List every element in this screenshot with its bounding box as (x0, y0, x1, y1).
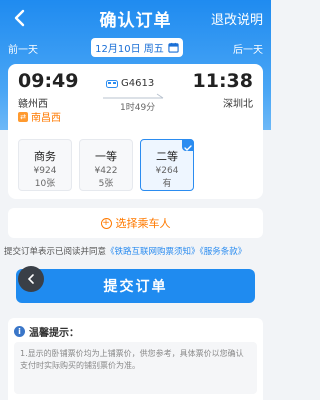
select-passenger-label: 选择乘车人 (115, 217, 171, 230)
train-info: G4613 (106, 78, 166, 89)
seat-availability: 10张 (34, 179, 56, 189)
ticket-notice-link[interactable]: 《铁路互联网购票须知》 (106, 247, 200, 257)
tips-section: i 温馨提示： 1.显示的卧铺票价均为上铺票价，供您参考，具体票价以您确认 支付… (8, 318, 263, 400)
submit-order-button[interactable]: 提交订单 (16, 269, 255, 303)
tips-line: 1.显示的卧铺票价均为上铺票价，供您参考，具体票价以您确认 (20, 349, 244, 358)
seat-price: ¥264 (155, 166, 179, 176)
departure-station: 赣州西 (18, 99, 48, 110)
plus-icon: + (100, 217, 112, 229)
seat-option-business[interactable]: 商务 ¥924 10张 (18, 139, 72, 191)
terms-of-service-link[interactable]: 《服务条款》 (200, 247, 247, 257)
info-icon: i (14, 326, 25, 337)
seat-name: 一等 (95, 150, 117, 163)
refund-policy-link[interactable]: 退改说明 (211, 9, 263, 28)
train-number: G4613 (121, 78, 155, 89)
nav-bar: 确认订单 退改说明 (0, 0, 271, 36)
tips-header: i 温馨提示： (14, 324, 79, 339)
seat-option-first-class[interactable]: 一等 ¥422 5张 (79, 139, 133, 191)
date-bar: 前一天 12月10日 周五 后一天 (0, 38, 271, 58)
prev-day-button[interactable]: 前一天 (8, 41, 38, 56)
next-day-button[interactable]: 后一天 (233, 41, 263, 56)
calendar-icon (168, 42, 179, 53)
trip-card: 09:49 11:38 G4613 1时49分 赣州西 深圳北 ⇄ 南昌西 商务… (8, 64, 263, 199)
arrival-station: 深圳北 (223, 99, 253, 110)
direction-arrow-icon (103, 93, 164, 99)
seat-name: 商务 (34, 150, 56, 163)
seat-price: ¥422 (94, 166, 118, 176)
agreement-text: 提交订单表示已阅读并同意《铁路互联网购票须知》《服务条款》 (4, 247, 247, 257)
arrival-time: 11:38 (192, 70, 253, 92)
seat-option-second-class[interactable]: 二等 ¥264 有 (140, 139, 194, 191)
transfer-info: ⇄ 南昌西 (18, 109, 61, 124)
chevron-left-icon (27, 274, 34, 284)
seat-availability: 有 (162, 179, 172, 189)
departure-time: 09:49 (18, 70, 79, 92)
select-passenger-button[interactable]: + 选择乘车人 (8, 208, 263, 238)
train-icon (106, 79, 118, 88)
date-text: 12月10日 周五 (95, 44, 164, 55)
floating-back-button[interactable] (18, 266, 44, 292)
selected-check-icon (182, 139, 194, 151)
transfer-station: 南昌西 (31, 113, 61, 124)
seat-price: ¥924 (33, 166, 57, 176)
date-selector[interactable]: 12月10日 周五 (91, 38, 183, 57)
tips-line: 支付时实际购买的铺别票价为准。 (20, 361, 140, 370)
tips-title: 温馨提示： (29, 328, 79, 339)
trip-duration: 1时49分 (120, 103, 156, 113)
transfer-icon: ⇄ (18, 111, 28, 122)
tips-content: 1.显示的卧铺票价均为上铺票价，供您参考，具体票价以您确认 支付时实际购买的铺别… (14, 342, 257, 394)
seat-availability: 5张 (98, 179, 114, 189)
